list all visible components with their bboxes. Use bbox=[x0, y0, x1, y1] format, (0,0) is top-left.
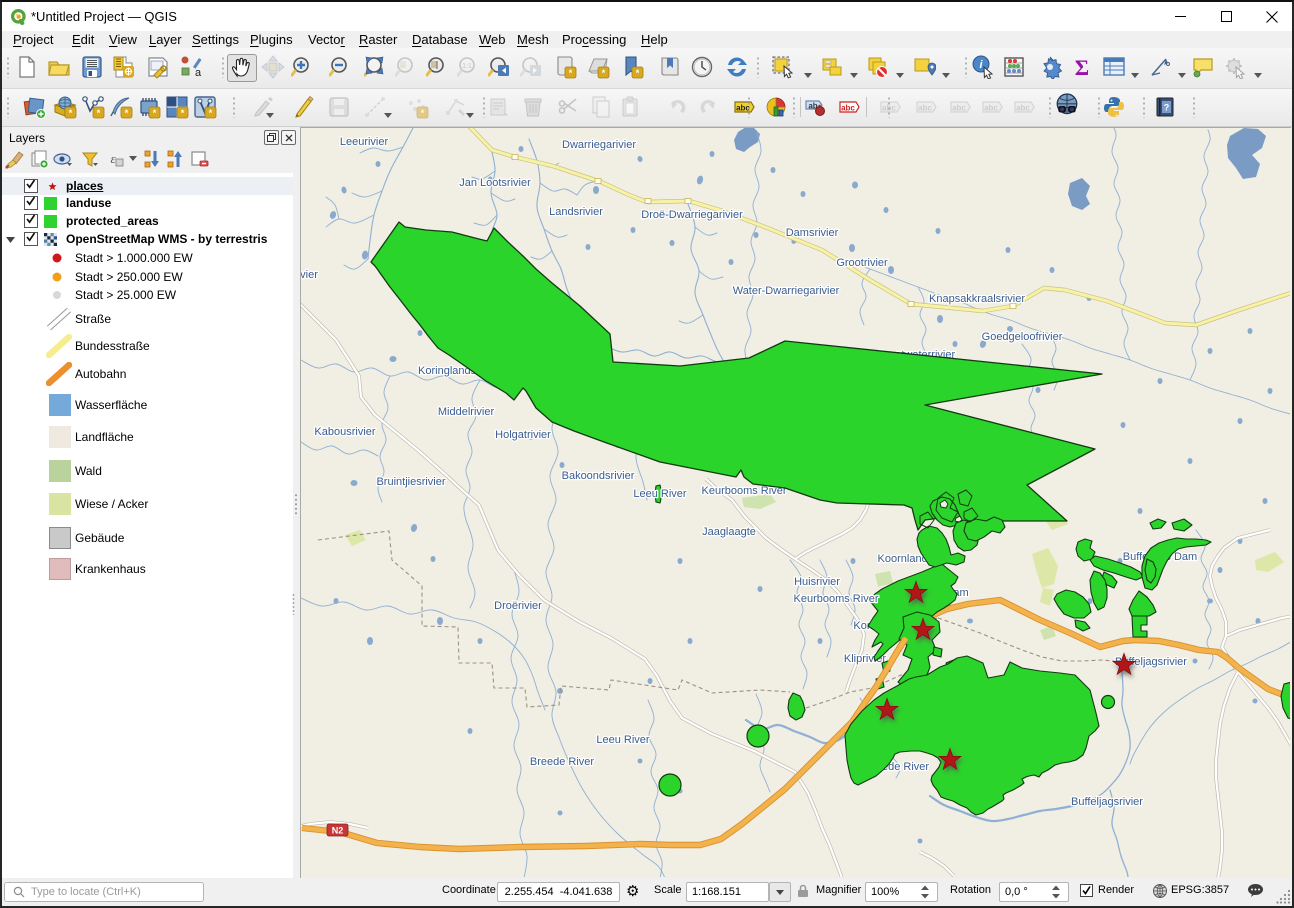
svg-text:N2: N2 bbox=[332, 826, 344, 836]
svg-text:Keurbooms River: Keurbooms River bbox=[794, 593, 879, 605]
svg-text:rivier: rivier bbox=[301, 269, 318, 281]
svg-text:abc: abc bbox=[984, 104, 998, 113]
svg-text:*: * bbox=[636, 68, 640, 78]
svg-text:Bruintjiesrivier: Bruintjiesrivier bbox=[376, 476, 445, 488]
svg-text:Water-Dwarriegarivier: Water-Dwarriegarivier bbox=[733, 285, 840, 297]
svg-text:Droë-Dwarriegarivier: Droë-Dwarriegarivier bbox=[641, 209, 743, 221]
svg-text:*: * bbox=[209, 108, 213, 118]
svg-text:*: * bbox=[125, 108, 129, 118]
svg-text:Buffeljagsrivier: Buffeljagsrivier bbox=[1071, 796, 1143, 808]
svg-text:?: ? bbox=[1164, 103, 1170, 113]
svg-text:Bakoondsrivier: Bakoondsrivier bbox=[562, 470, 635, 482]
svg-text:*: * bbox=[97, 108, 101, 118]
svg-text:1:1: 1:1 bbox=[462, 63, 472, 70]
svg-text:*: * bbox=[153, 108, 157, 118]
svg-text:Σ: Σ bbox=[1075, 55, 1089, 79]
svg-text:abc: abc bbox=[952, 104, 966, 113]
svg-text:Landsrivier: Landsrivier bbox=[549, 206, 603, 218]
svg-text:Kabousrivier: Kabousrivier bbox=[314, 426, 375, 438]
svg-text:Breede River: Breede River bbox=[530, 756, 595, 768]
svg-text:*: * bbox=[569, 68, 573, 78]
svg-text:Grootrivier: Grootrivier bbox=[836, 257, 888, 269]
svg-text:Droërivier: Droërivier bbox=[494, 600, 542, 612]
svg-text:Knapsakkraalsrivier: Knapsakkraalsrivier bbox=[929, 293, 1025, 305]
svg-text:abc: abc bbox=[918, 104, 932, 113]
svg-text:abc: abc bbox=[841, 104, 855, 113]
svg-text:Dwarriegarivier: Dwarriegarivier bbox=[562, 139, 636, 151]
svg-text:*: * bbox=[69, 108, 73, 118]
svg-text:Leeurivier: Leeurivier bbox=[340, 136, 389, 148]
svg-text:abc: abc bbox=[1016, 104, 1030, 113]
svg-text:a: a bbox=[195, 67, 202, 79]
svg-text:ε: ε bbox=[110, 151, 116, 166]
svg-text:Leeu River: Leeu River bbox=[596, 734, 650, 746]
svg-text:*: * bbox=[181, 108, 185, 118]
svg-text:*: * bbox=[421, 108, 425, 118]
svg-text:Jaaglaagte: Jaaglaagte bbox=[702, 526, 756, 538]
svg-text:Holgatrivier: Holgatrivier bbox=[495, 429, 551, 441]
svg-text:Huisrivier: Huisrivier bbox=[794, 576, 840, 588]
svg-text:Jan Lootsrivier: Jan Lootsrivier bbox=[459, 177, 531, 189]
svg-text:Middelrivier: Middelrivier bbox=[438, 406, 495, 418]
svg-text:Goedgeloofrivier: Goedgeloofrivier bbox=[982, 331, 1063, 343]
svg-text:Damsrivier: Damsrivier bbox=[786, 227, 839, 239]
svg-text:*: * bbox=[602, 68, 606, 78]
svg-text:Leeu River: Leeu River bbox=[633, 488, 687, 500]
